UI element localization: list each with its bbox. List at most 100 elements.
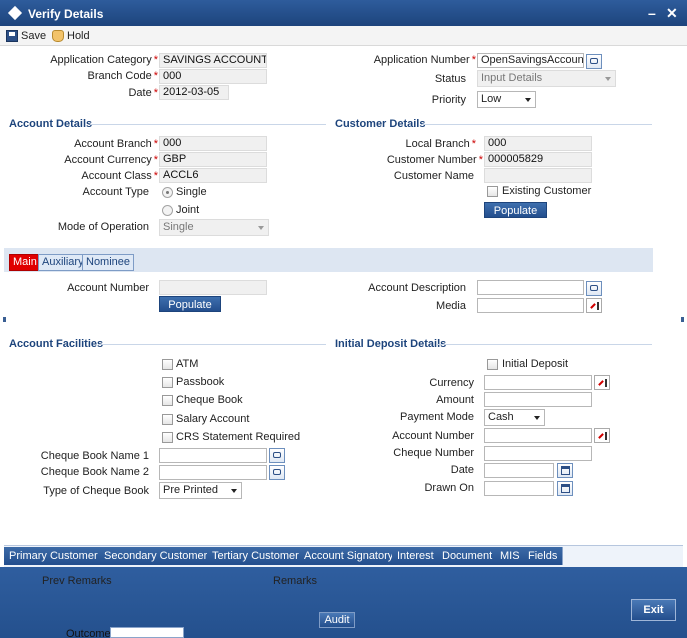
resize-handle[interactable] bbox=[3, 317, 6, 322]
cheque-book-checkbox[interactable] bbox=[162, 395, 173, 406]
crs-statement-checkbox[interactable] bbox=[162, 432, 173, 443]
branch-code-field[interactable]: 000 bbox=[159, 69, 267, 84]
local-branch-label: Local Branch * bbox=[405, 138, 477, 150]
media-field[interactable] bbox=[477, 298, 584, 313]
priority-select[interactable]: Low bbox=[477, 91, 536, 108]
audit-button[interactable]: Audit bbox=[319, 612, 355, 628]
lookup-icon[interactable] bbox=[594, 428, 610, 443]
application-number-label: Application Number * bbox=[373, 54, 476, 66]
tab-account-signatory[interactable]: Account Signatory bbox=[299, 547, 400, 565]
tab-tertiary-customer[interactable]: Tertiary Customer bbox=[207, 547, 305, 565]
date-field[interactable]: 2012-03-05 bbox=[159, 85, 229, 100]
account-class-field[interactable]: ACCL6 bbox=[159, 168, 267, 183]
passbook-checkbox[interactable] bbox=[162, 377, 173, 388]
calendar-icon[interactable] bbox=[557, 481, 573, 496]
payment-mode-select[interactable]: Cash bbox=[484, 409, 545, 426]
status-label: Status bbox=[434, 73, 466, 85]
outcome-select[interactable] bbox=[110, 627, 184, 638]
cheque-book-label: Cheque Book bbox=[176, 394, 243, 406]
minimize-button[interactable]: – bbox=[648, 5, 656, 21]
status-select[interactable]: Input Details bbox=[477, 70, 616, 87]
comment-icon[interactable] bbox=[269, 448, 285, 463]
account-branch-label: Account Branch * bbox=[74, 138, 158, 150]
lookup-icon[interactable] bbox=[594, 375, 610, 390]
title-bar: Verify Details – ✕ bbox=[0, 0, 687, 26]
hold-button[interactable]: Hold bbox=[52, 28, 90, 44]
cheque-number-field[interactable] bbox=[484, 446, 592, 461]
application-number-field[interactable]: OpenSavingsAccount42 bbox=[477, 53, 584, 68]
branch-code-label: Branch Code * bbox=[87, 70, 159, 82]
lookup-icon[interactable] bbox=[586, 298, 602, 313]
resize-handle[interactable] bbox=[681, 317, 684, 322]
customer-number-field[interactable]: 000005829 bbox=[484, 152, 592, 167]
account-type-single-radio[interactable] bbox=[162, 187, 173, 198]
close-button[interactable]: ✕ bbox=[666, 5, 678, 22]
section-divider bbox=[98, 344, 326, 345]
tab-main[interactable]: Main bbox=[9, 254, 41, 271]
tab-interest[interactable]: Interest bbox=[392, 547, 440, 565]
comment-icon[interactable] bbox=[586, 281, 602, 296]
account-number-field[interactable] bbox=[159, 280, 267, 295]
passbook-label: Passbook bbox=[176, 376, 225, 388]
mode-of-operation-label: Mode of Operation bbox=[57, 221, 149, 233]
type-of-cheque-book-select[interactable]: Pre Printed bbox=[159, 482, 242, 499]
application-category-label: Application Category * bbox=[50, 54, 158, 66]
tab-mis[interactable]: MIS bbox=[495, 547, 526, 565]
account-description-field[interactable] bbox=[477, 280, 584, 295]
cheque-book-name2-field[interactable] bbox=[159, 465, 267, 480]
cheque-book-name1-field[interactable] bbox=[159, 448, 267, 463]
drawn-on-field[interactable] bbox=[484, 481, 554, 496]
initial-deposit-checkbox[interactable] bbox=[487, 359, 498, 370]
tab-nominee[interactable]: Nominee bbox=[82, 254, 135, 271]
comment-icon[interactable] bbox=[269, 465, 285, 480]
drawn-on-label: Drawn On bbox=[424, 482, 474, 494]
tab-fields[interactable]: Fields bbox=[523, 547, 564, 565]
save-label: Save bbox=[21, 30, 47, 42]
mode-of-operation-select[interactable]: Single bbox=[159, 219, 269, 236]
account-branch-field[interactable]: 000 bbox=[159, 136, 267, 151]
account-currency-field[interactable]: GBP bbox=[159, 152, 267, 167]
currency-field[interactable] bbox=[484, 375, 592, 390]
tab-document[interactable]: Document bbox=[437, 547, 499, 565]
customer-details-title: Customer Details bbox=[335, 118, 426, 130]
deposit-date-field[interactable] bbox=[484, 463, 554, 478]
date-label: Date * bbox=[128, 87, 158, 99]
payment-mode-label: Payment Mode bbox=[400, 411, 474, 423]
deposit-account-number-field[interactable] bbox=[484, 428, 592, 443]
account-type-single-label: Single bbox=[176, 186, 207, 198]
deposit-account-number-label: Account Number bbox=[392, 430, 474, 442]
section-divider bbox=[437, 344, 652, 345]
calendar-icon[interactable] bbox=[557, 463, 573, 478]
tab-auxiliary[interactable]: Auxiliary bbox=[38, 254, 88, 271]
priority-label: Priority bbox=[431, 94, 466, 106]
tab-secondary-customer[interactable]: Secondary Customer bbox=[99, 547, 214, 565]
application-category-field[interactable]: SAVINGS ACCOUNT bbox=[159, 53, 267, 68]
account-class-label: Account Class * bbox=[81, 170, 158, 182]
crs-statement-label: CRS Statement Required bbox=[176, 431, 301, 443]
account-type-joint-label: Joint bbox=[176, 204, 200, 216]
cheque-book-name2-label: Cheque Book Name 2 bbox=[40, 466, 149, 478]
currency-label: Currency bbox=[429, 377, 474, 389]
prev-remarks-label: Prev Remarks bbox=[42, 575, 112, 587]
local-branch-field[interactable]: 000 bbox=[484, 136, 592, 151]
window-icon bbox=[7, 5, 23, 21]
customer-name-field[interactable] bbox=[484, 168, 592, 183]
tab-primary-customer[interactable]: Primary Customer bbox=[4, 547, 104, 565]
floppy-icon bbox=[6, 30, 18, 42]
salary-account-checkbox[interactable] bbox=[162, 414, 173, 425]
existing-customer-checkbox[interactable] bbox=[487, 186, 498, 197]
account-type-label: Account Type bbox=[82, 186, 149, 198]
account-populate-button[interactable]: Populate bbox=[159, 296, 221, 312]
account-facilities-title: Account Facilities bbox=[9, 338, 104, 350]
media-label: Media bbox=[436, 300, 466, 312]
customer-populate-button[interactable]: Populate bbox=[484, 202, 547, 218]
window-title: Verify Details bbox=[28, 7, 104, 21]
comment-icon[interactable] bbox=[586, 54, 602, 69]
amount-field[interactable] bbox=[484, 392, 592, 407]
exit-button[interactable]: Exit bbox=[631, 599, 676, 621]
account-type-joint-radio[interactable] bbox=[162, 205, 173, 216]
section-divider bbox=[422, 124, 652, 125]
atm-checkbox[interactable] bbox=[162, 359, 173, 370]
deposit-date-label: Date bbox=[450, 464, 474, 476]
save-button[interactable]: Save bbox=[6, 28, 46, 44]
